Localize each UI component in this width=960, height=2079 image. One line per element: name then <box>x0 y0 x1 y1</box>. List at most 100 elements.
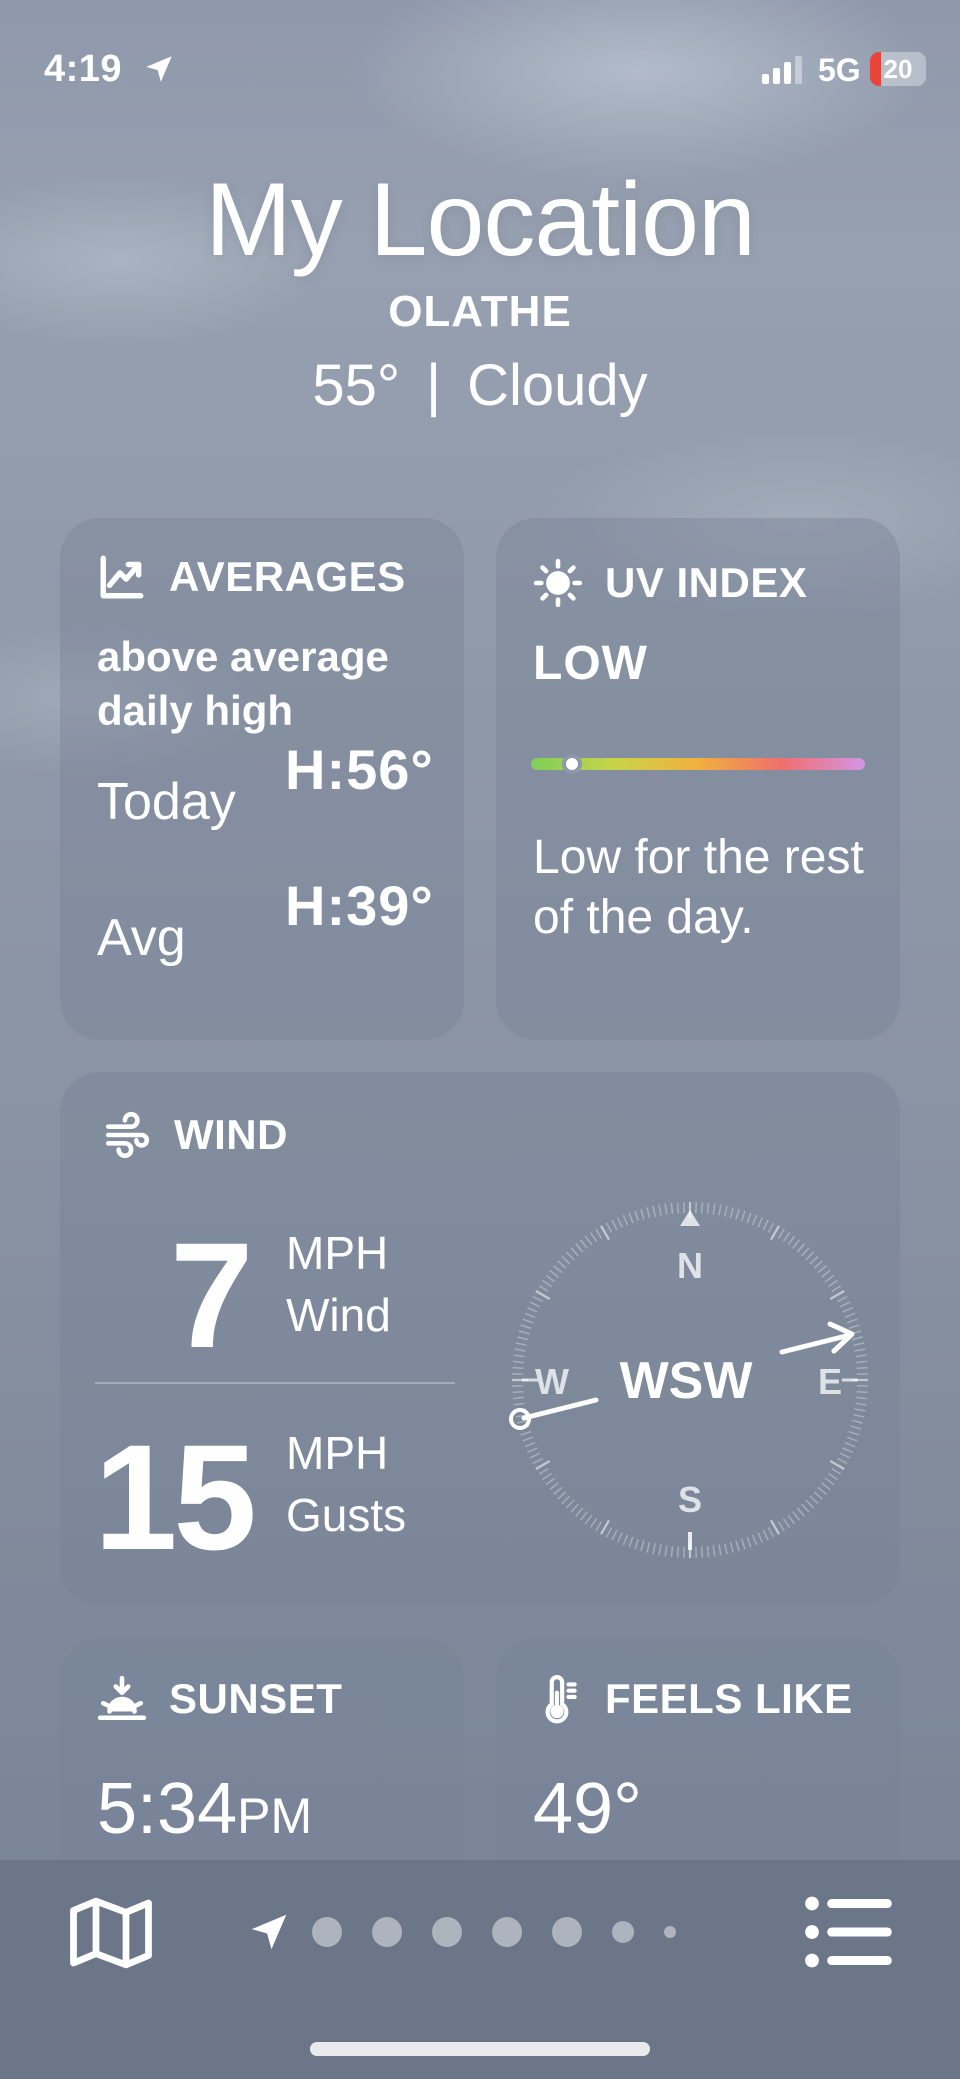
averages-description: above average daily high <box>97 633 389 734</box>
city-name: OLATHE <box>388 287 572 336</box>
compass-tick <box>846 1318 858 1324</box>
compass-tick <box>706 1546 710 1558</box>
page-dot[interactable] <box>492 1917 522 1947</box>
compass-tick <box>856 1390 868 1394</box>
page-title: My Location <box>205 162 756 278</box>
wind-gusts-label: Gusts <box>286 1489 407 1541</box>
wind-card[interactable]: WIND 7 MPH Wind 15 MPH Gusts N S W E WSW <box>60 1072 900 1606</box>
uv-index-title-label: UV INDEX <box>605 559 808 606</box>
wind-icon <box>105 1111 150 1159</box>
compass-tick <box>541 1279 552 1288</box>
page-dot[interactable] <box>312 1917 342 1947</box>
compass-tick <box>513 1354 525 1358</box>
wind-gusts-value: 15 <box>94 1413 257 1581</box>
compass-tick <box>828 1472 839 1481</box>
compass-tick <box>545 1274 556 1283</box>
compass-tick <box>855 1402 867 1406</box>
compass-tick <box>856 1360 868 1364</box>
compass-tick <box>634 1210 640 1222</box>
compass-tick <box>829 1460 845 1470</box>
compass-tick <box>512 1366 524 1370</box>
compass-tick <box>565 1499 575 1509</box>
compass-tick <box>829 1290 845 1300</box>
today-label: Today <box>97 773 236 831</box>
compass-tick <box>611 1529 618 1541</box>
wind-divider <box>95 1382 455 1384</box>
compass-tick <box>524 1312 536 1319</box>
compass-tick <box>574 1243 584 1253</box>
conditions-separator: | <box>426 353 442 418</box>
uv-description: Low for the rest of the day. <box>533 831 864 944</box>
chart-line-up-icon <box>100 555 144 599</box>
compass-tick <box>856 1396 868 1400</box>
compass-s-label: S <box>678 1479 702 1520</box>
sun-icon <box>533 558 583 608</box>
compass-tick <box>538 1467 549 1476</box>
compass-tick <box>854 1408 866 1412</box>
compass-tick <box>652 1543 657 1555</box>
compass-tick <box>616 1532 623 1543</box>
compass-tick <box>553 1486 563 1496</box>
compass-tick <box>579 1511 588 1521</box>
page-dot[interactable] <box>664 1926 676 1938</box>
uv-index-card[interactable]: UV INDEX LOW Low for the rest of the day… <box>496 518 900 1040</box>
wind-speed-unit: MPH Wind <box>286 1222 391 1346</box>
wind-arrow-tail <box>521 1397 599 1421</box>
page-indicator[interactable] <box>246 1906 706 1958</box>
thermometer-icon <box>545 1675 577 1724</box>
compass-tick <box>600 1519 610 1535</box>
compass-tick <box>839 1301 851 1308</box>
compass-tick <box>584 1235 593 1246</box>
compass-tick <box>538 1284 549 1293</box>
page-dot[interactable] <box>432 1917 462 1947</box>
compass-tick <box>777 1521 786 1532</box>
map-icon[interactable] <box>66 1888 156 1978</box>
location-arrow-icon <box>146 56 172 82</box>
wind-title: WIND <box>102 1110 288 1160</box>
compass-tick <box>787 1514 796 1525</box>
compass-tick <box>712 1545 716 1557</box>
compass-tick <box>616 1217 623 1228</box>
compass-tick <box>856 1366 868 1370</box>
compass-tick <box>792 1239 801 1249</box>
page-dot[interactable] <box>372 1917 402 1947</box>
bottom-toolbar <box>0 1860 960 2079</box>
uv-scale-bar <box>531 754 865 774</box>
battery-level: 20 <box>883 54 913 84</box>
compass-tick <box>529 1301 541 1308</box>
compass-tick <box>579 1239 588 1249</box>
compass-north-marker <box>680 1210 700 1226</box>
compass-tick <box>640 1540 645 1552</box>
compass-tick <box>718 1544 722 1556</box>
compass-tick <box>801 1247 810 1257</box>
wind-title-label: WIND <box>174 1111 288 1158</box>
compass-tick <box>520 1324 532 1330</box>
compass-tick <box>622 1534 629 1546</box>
compass-tick <box>527 1447 538 1454</box>
page-dot[interactable] <box>552 1917 582 1947</box>
compass-tick <box>549 1482 559 1491</box>
feels-like-value: 49° <box>533 1769 642 1849</box>
compass-tick <box>522 1436 534 1442</box>
compass-tick <box>796 1507 806 1517</box>
compass-tick <box>700 1546 704 1558</box>
compass-tick <box>805 1499 815 1509</box>
sunset-title: SUNSET <box>97 1674 342 1724</box>
compass-tick <box>541 1472 552 1481</box>
compass-w-label: W <box>535 1361 569 1402</box>
home-indicator[interactable] <box>310 2042 650 2056</box>
compass-tick <box>518 1330 530 1335</box>
compass-tick <box>770 1225 780 1241</box>
uv-level-indicator <box>562 754 583 774</box>
list-icon[interactable] <box>804 1894 896 1970</box>
page-dot[interactable] <box>612 1921 634 1943</box>
compass-tick <box>658 1544 662 1556</box>
compass-tick <box>549 1269 559 1278</box>
compass-e-label: E <box>818 1361 842 1402</box>
compass-tick <box>529 1452 541 1459</box>
feels-like-title-label: FEELS LIKE <box>605 1675 853 1722</box>
compass-tick <box>512 1360 524 1364</box>
averages-card[interactable]: AVERAGES above average daily high Today … <box>60 518 464 1040</box>
wind-direction: WSW <box>620 1352 754 1410</box>
sunset-icon <box>97 1675 147 1721</box>
